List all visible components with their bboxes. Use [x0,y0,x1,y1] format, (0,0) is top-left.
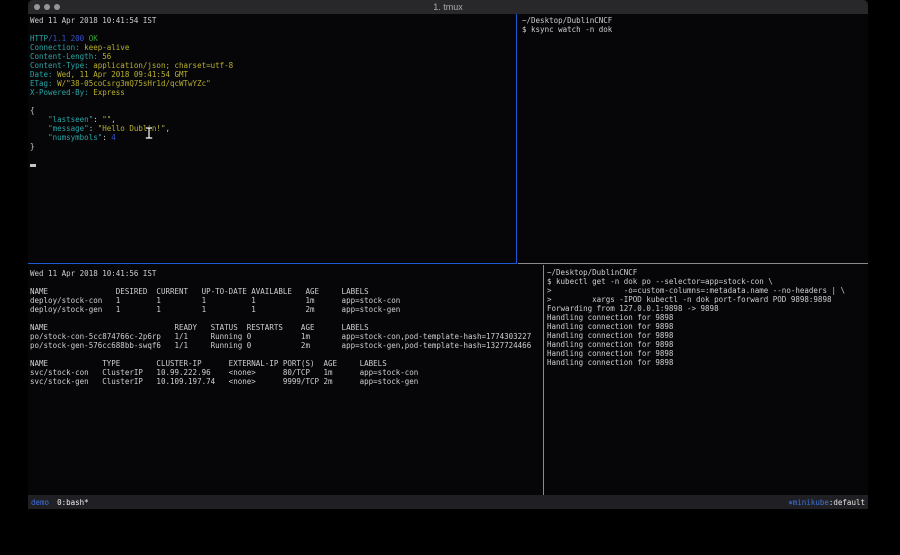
terminal-line [30,160,516,169]
terminal-line: Date: Wed, 11 Apr 2018 09:41:54 GMT [30,70,516,79]
terminal-line: $ ksync watch -n dok [522,25,868,34]
terminal-line: Content-Type: application/json; charset=… [30,61,516,70]
kube-namespace: :default [829,498,865,507]
terminal-line: > -o=custom-columns=:metadata.name --no-… [547,286,868,295]
terminal-line: NAME DESIRED CURRENT UP-TO-DATE AVAILABL… [30,287,543,296]
terminal-line: po/stock-gen-576cc688bb-swqf6 1/1 Runnin… [30,341,543,350]
pane-bottom-right-port-forward[interactable]: ~/Desktop/DublinCNCF$ kubectl get -n dok… [545,265,868,495]
window-title: 1. tmux [28,2,868,12]
terminal-line: deploy/stock-gen 1 1 1 1 2m app=stock-ge… [30,305,543,314]
terminal-line [30,314,543,323]
terminal-line: Connection: keep-alive [30,43,516,52]
terminal-line: ETag: W/"38-05coCsrg3mQ75sHr1d/qcWTwYZc" [30,79,516,88]
terminal-line: HTTP/1.1 200 OK [30,34,516,43]
tmux-panes: Wed 11 Apr 2018 10:41:54 IST HTTP/1.1 20… [28,14,868,495]
terminal-line: ~/Desktop/DublinCNCF [547,268,868,277]
terminal-line: NAME READY STATUS RESTARTS AGE LABELS [30,323,543,332]
terminal-line: "lastseen": "", [30,115,516,124]
terminal-line: X-Powered-By: Express [30,88,516,97]
terminal-line: } [30,142,516,151]
terminal-line: "numsymbols": 4 [30,133,516,142]
session-name: demo [31,498,49,507]
terminal-line [30,278,543,287]
terminal-line: Handling connection for 9898 [547,340,868,349]
terminal-line: Handling connection for 9898 [547,358,868,367]
terminal-line: ~/Desktop/DublinCNCF [522,16,868,25]
zoom-button[interactable] [54,4,60,10]
terminal-line: Forwarding from 127.0.0.1:9898 -> 9898 [547,304,868,313]
kube-context: minikube [793,498,829,507]
terminal-line: Handling connection for 9898 [547,313,868,322]
pane-top-left-http-response[interactable]: Wed 11 Apr 2018 10:41:54 IST HTTP/1.1 20… [28,14,517,264]
status-left: demo 0:bash* [31,498,89,507]
terminal-window: 1. tmux Wed 11 Apr 2018 10:41:54 IST HTT… [28,0,868,509]
terminal-line: "message": "Hello Dublin!", [30,124,516,133]
traffic-lights [28,4,60,10]
terminal-line: deploy/stock-con 1 1 1 1 1m app=stock-co… [30,296,543,305]
terminal-line: Handling connection for 9898 [547,322,868,331]
terminal-line: Content-Length: 56 [30,52,516,61]
terminal-line [30,97,516,106]
terminal-line: svc/stock-con ClusterIP 10.99.222.96 <no… [30,368,543,377]
terminal-line: $ kubectl get -n dok po --selector=app=s… [547,277,868,286]
window-titlebar: 1. tmux [28,0,868,14]
terminal-line: svc/stock-gen ClusterIP 10.109.197.74 <n… [30,377,543,386]
pane-bottom-left-kubectl-get[interactable]: Wed 11 Apr 2018 10:41:56 IST NAME DESIRE… [28,265,544,495]
terminal-line: Wed 11 Apr 2018 10:41:54 IST [30,16,516,25]
terminal-line: Wed 11 Apr 2018 10:41:56 IST [30,269,543,278]
tmux-status-bar: demo 0:bash* ⎈ minikube :default [28,495,868,509]
terminal-line [30,350,543,359]
desktop-screen: 1. tmux Wed 11 Apr 2018 10:41:54 IST HTT… [0,0,900,555]
terminal-line: Handling connection for 9898 [547,349,868,358]
close-button[interactable] [34,4,40,10]
terminal-line: > xargs -IPOD kubectl -n dok port-forwar… [547,295,868,304]
terminal-line: { [30,106,516,115]
text-ibeam-cursor-icon [145,124,153,143]
terminal-line: NAME TYPE CLUSTER-IP EXTERNAL-IP PORT(S)… [30,359,543,368]
pane-top-right-ksync[interactable]: ~/Desktop/DublinCNCF$ ksync watch -n dok [518,14,868,264]
window-tab[interactable]: 0:bash* [57,498,89,507]
terminal-line: po/stock-con-5cc874766c-2p6rp 1/1 Runnin… [30,332,543,341]
terminal-line [30,151,516,160]
terminal-line [30,25,516,34]
status-right: ⎈ minikube :default [788,498,865,507]
terminal-line: Handling connection for 9898 [547,331,868,340]
minimize-button[interactable] [44,4,50,10]
